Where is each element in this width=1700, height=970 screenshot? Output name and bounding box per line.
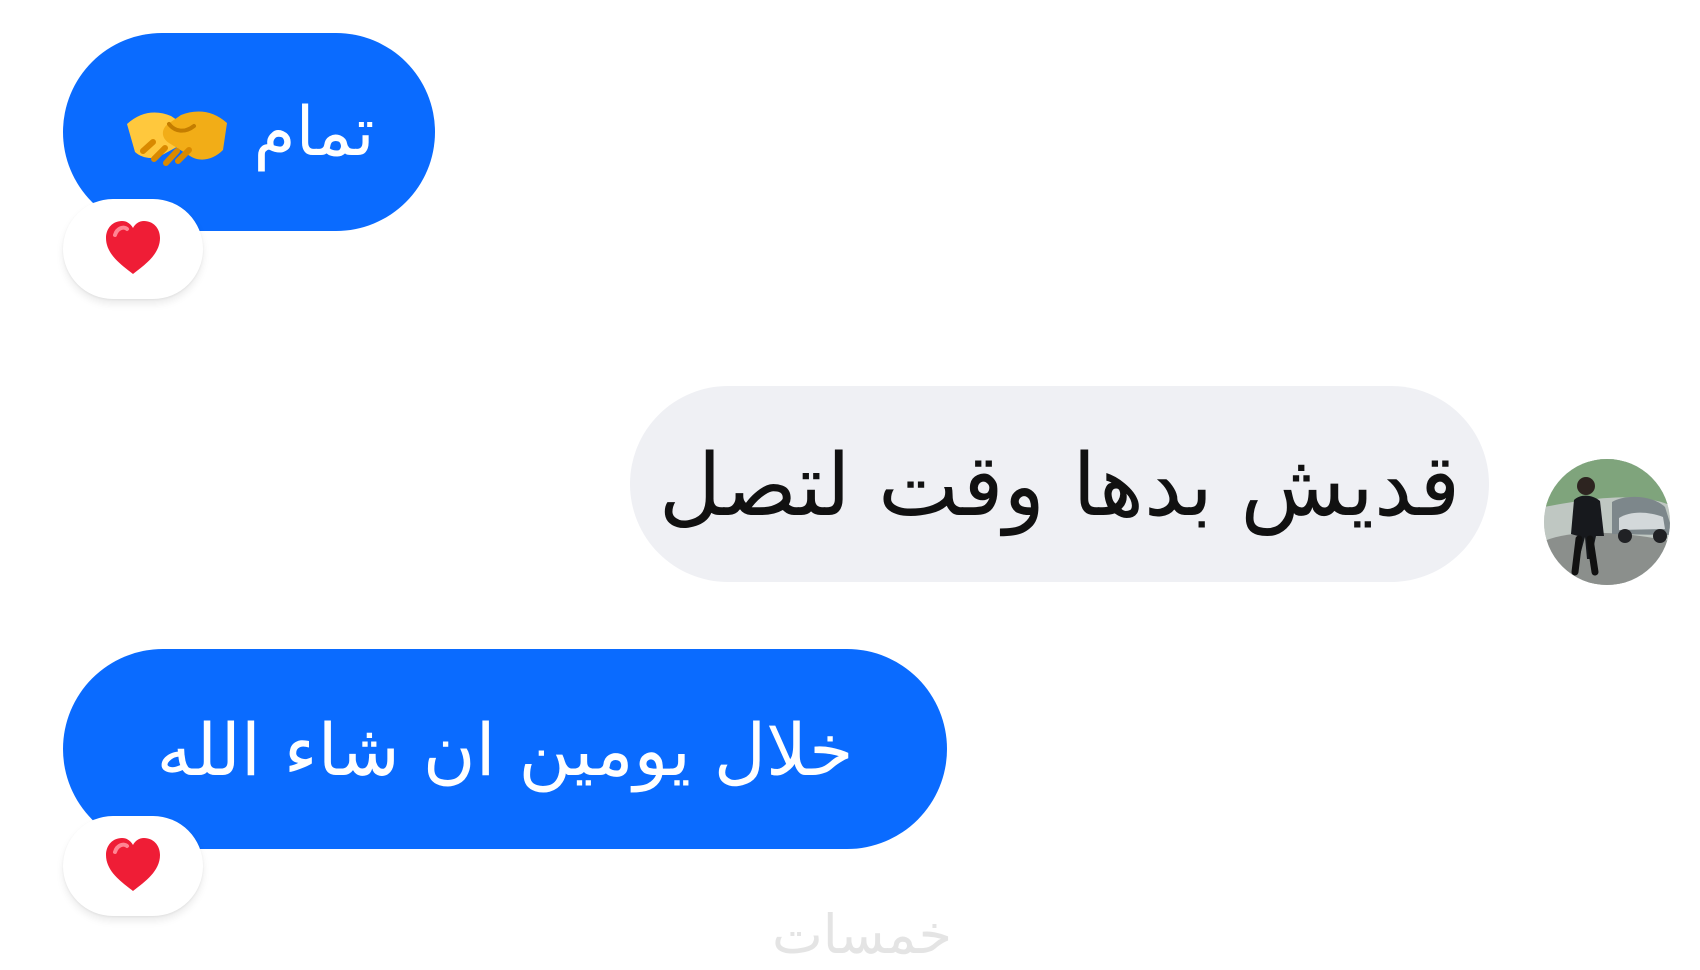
outgoing-message-bubble[interactable]: خلال يومين ان شاء الله: [63, 649, 947, 849]
incoming-message-bubble[interactable]: قديش بدها وقت لتصل: [630, 386, 1489, 582]
handshake-emoji-icon: [123, 98, 231, 168]
message-reaction[interactable]: [63, 199, 203, 299]
chat-thread: تمام قديش بدها وقت لتصل خلال يومين ان شا…: [0, 0, 1700, 970]
message-text: خلال يومين ان شاء الله: [156, 708, 854, 792]
message-reaction[interactable]: [63, 816, 203, 916]
avatar[interactable]: [1544, 459, 1670, 585]
message-text: تمام: [253, 93, 375, 172]
message-text: قديش بدها وقت لتصل: [658, 436, 1461, 536]
red-heart-icon: [102, 218, 164, 280]
red-heart-icon: [102, 835, 164, 897]
watermark: خمسات: [771, 903, 953, 966]
